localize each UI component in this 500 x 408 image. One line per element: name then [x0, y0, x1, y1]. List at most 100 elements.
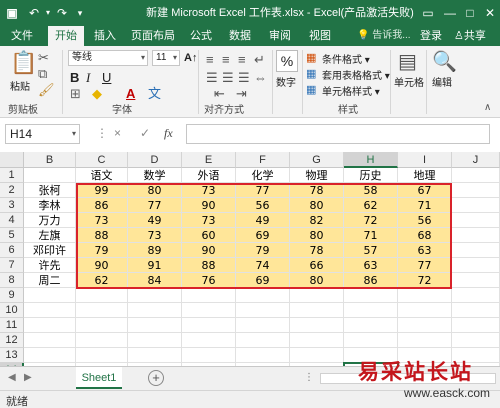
score-cell[interactable]: 49	[128, 213, 182, 228]
subject-header-cell[interactable]: 数学	[128, 168, 182, 183]
tab-home[interactable]: 开始	[48, 26, 84, 46]
cell-b1[interactable]	[24, 168, 76, 183]
subject-header-cell[interactable]: 地理	[398, 168, 452, 183]
score-cell[interactable]: 69	[236, 273, 290, 288]
wrap-text-icon[interactable]: ↵	[254, 52, 265, 68]
increase-indent-icon[interactable]: ⇥	[236, 86, 247, 102]
cell-j6[interactable]	[452, 243, 500, 258]
cell-j5[interactable]	[452, 228, 500, 243]
minimize-button[interactable]: —	[440, 0, 460, 26]
cell-b11[interactable]	[24, 318, 76, 333]
conditional-format-button[interactable]: 条件格式 ▾	[322, 51, 370, 66]
cell-f11[interactable]	[236, 318, 290, 333]
cell-c12[interactable]	[76, 333, 128, 348]
cells-button[interactable]: 单元格	[394, 74, 424, 89]
cell-g13[interactable]	[290, 348, 344, 363]
align-right-icon[interactable]: ☰	[238, 70, 250, 86]
cell-c10[interactable]	[76, 303, 128, 318]
merge-center-icon[interactable]: ⇔	[254, 70, 267, 86]
cell-c9[interactable]	[76, 288, 128, 303]
student-name-cell[interactable]: 许先	[24, 258, 76, 273]
tab-view[interactable]: 视图	[302, 26, 338, 46]
score-cell[interactable]: 82	[290, 213, 344, 228]
insert-function-icon[interactable]: fx	[164, 126, 173, 141]
cell-j9[interactable]	[452, 288, 500, 303]
column-header-j[interactable]: J	[452, 152, 500, 168]
score-cell[interactable]: 71	[398, 198, 452, 213]
cell-h11[interactable]	[344, 318, 398, 333]
row-header-10[interactable]: 10	[0, 303, 24, 318]
score-cell[interactable]: 73	[76, 213, 128, 228]
tab-file[interactable]: 文件	[4, 26, 40, 46]
cell-e12[interactable]	[182, 333, 236, 348]
column-header-f[interactable]: F	[236, 152, 290, 168]
student-name-cell[interactable]: 左旗	[24, 228, 76, 243]
save-icon[interactable]: ▣	[4, 5, 20, 21]
paste-button[interactable]: 粘贴	[10, 78, 30, 93]
cell-i12[interactable]	[398, 333, 452, 348]
subject-header-cell[interactable]: 历史	[344, 168, 398, 183]
score-cell[interactable]: 72	[344, 213, 398, 228]
score-cell[interactable]: 80	[290, 273, 344, 288]
cell-d13[interactable]	[128, 348, 182, 363]
cell-e9[interactable]	[182, 288, 236, 303]
collapse-ribbon-icon[interactable]: ∧	[484, 100, 491, 116]
cell-g11[interactable]	[290, 318, 344, 333]
tab-insert[interactable]: 插入	[88, 26, 122, 46]
student-name-cell[interactable]: 李林	[24, 198, 76, 213]
cell-j10[interactable]	[452, 303, 500, 318]
phonetic-icon[interactable]: 文	[148, 86, 161, 102]
column-header-e[interactable]: E	[182, 152, 236, 168]
row-header-5[interactable]: 5	[0, 228, 24, 243]
align-center-icon[interactable]: ☰	[222, 70, 234, 86]
tab-formulas[interactable]: 公式	[184, 26, 218, 46]
cell-g10[interactable]	[290, 303, 344, 318]
score-cell[interactable]: 57	[344, 243, 398, 258]
row-header-6[interactable]: 6	[0, 243, 24, 258]
grow-font-icon[interactable]: A↑	[184, 50, 197, 66]
score-cell[interactable]: 60	[182, 228, 236, 243]
sign-in-link[interactable]: 登录	[420, 26, 442, 46]
score-cell[interactable]: 66	[290, 258, 344, 273]
score-cell[interactable]: 63	[398, 243, 452, 258]
score-cell[interactable]: 73	[128, 228, 182, 243]
subject-header-cell[interactable]: 化学	[236, 168, 290, 183]
score-cell[interactable]: 77	[398, 258, 452, 273]
cells-icon[interactable]: ▤	[398, 50, 417, 74]
cell-j8[interactable]	[452, 273, 500, 288]
cell-j4[interactable]	[452, 213, 500, 228]
cell-i11[interactable]	[398, 318, 452, 333]
score-cell[interactable]: 80	[290, 198, 344, 213]
score-cell[interactable]: 74	[236, 258, 290, 273]
cell-c11[interactable]	[76, 318, 128, 333]
score-cell[interactable]: 56	[398, 213, 452, 228]
next-sheet-icon[interactable]: ▶	[24, 372, 32, 383]
bold-icon[interactable]: B	[70, 70, 79, 86]
name-box[interactable]: H14 ▾	[5, 124, 80, 144]
score-cell[interactable]: 72	[398, 273, 452, 288]
score-cell[interactable]: 90	[76, 258, 128, 273]
formula-input[interactable]	[186, 124, 490, 144]
score-cell[interactable]: 91	[128, 258, 182, 273]
column-header-c[interactable]: C	[76, 152, 128, 168]
subject-header-cell[interactable]: 物理	[290, 168, 344, 183]
clipboard-icon[interactable]: 📋	[10, 50, 37, 76]
score-cell[interactable]: 63	[344, 258, 398, 273]
editing-icon[interactable]: 🔍	[432, 50, 457, 74]
score-cell[interactable]: 84	[128, 273, 182, 288]
font-color-icon[interactable]: A	[126, 86, 135, 102]
score-cell[interactable]: 90	[182, 243, 236, 258]
score-cell[interactable]: 67	[398, 183, 452, 198]
subject-header-cell[interactable]: 语文	[76, 168, 128, 183]
subject-header-cell[interactable]: 外语	[182, 168, 236, 183]
font-size-select[interactable]: 11 ▾	[152, 50, 180, 66]
decrease-indent-icon[interactable]: ⇤	[214, 86, 225, 102]
cell-i9[interactable]	[398, 288, 452, 303]
student-name-cell[interactable]: 周二	[24, 273, 76, 288]
share-button[interactable]: ♙共享	[454, 26, 486, 46]
score-cell[interactable]: 62	[344, 198, 398, 213]
score-cell[interactable]: 49	[236, 213, 290, 228]
score-cell[interactable]: 68	[398, 228, 452, 243]
score-cell[interactable]: 71	[344, 228, 398, 243]
underline-icon[interactable]: U	[102, 70, 111, 86]
